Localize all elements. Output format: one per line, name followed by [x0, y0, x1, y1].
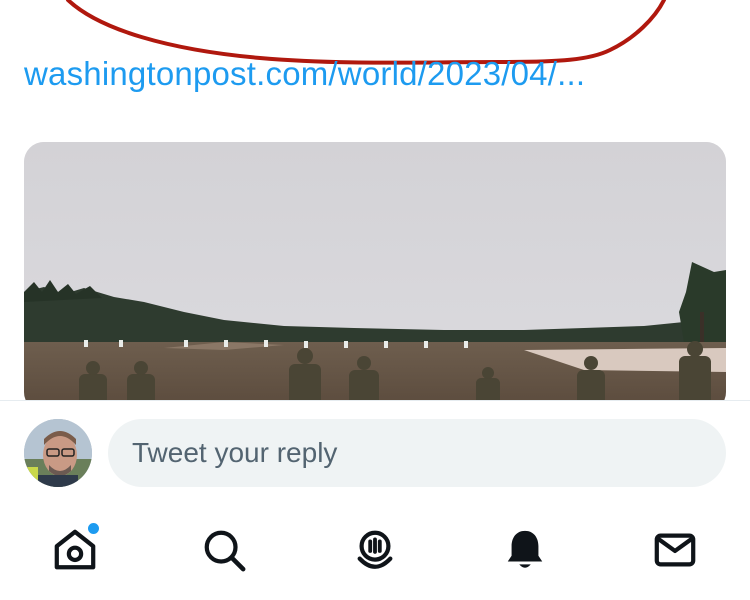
reply-bar [0, 400, 750, 501]
search-icon [204, 530, 246, 572]
tab-notifications[interactable] [497, 522, 553, 578]
home-notification-dot [86, 521, 101, 536]
tab-messages[interactable] [647, 522, 703, 578]
photo-soldiers-training-field [24, 142, 726, 412]
link-card-image[interactable] [24, 142, 726, 412]
spaces-icon [357, 530, 393, 569]
avatar-photo-icon [24, 419, 92, 487]
user-avatar[interactable] [24, 419, 92, 487]
bell-icon [507, 530, 543, 568]
bottom-tab-bar [0, 500, 750, 600]
article-link[interactable]: washingtonpost.com/world/2023/04/... [24, 55, 585, 93]
reply-input[interactable] [108, 419, 726, 487]
tab-spaces[interactable] [347, 522, 403, 578]
mail-icon [654, 533, 696, 567]
tab-search[interactable] [196, 522, 252, 578]
